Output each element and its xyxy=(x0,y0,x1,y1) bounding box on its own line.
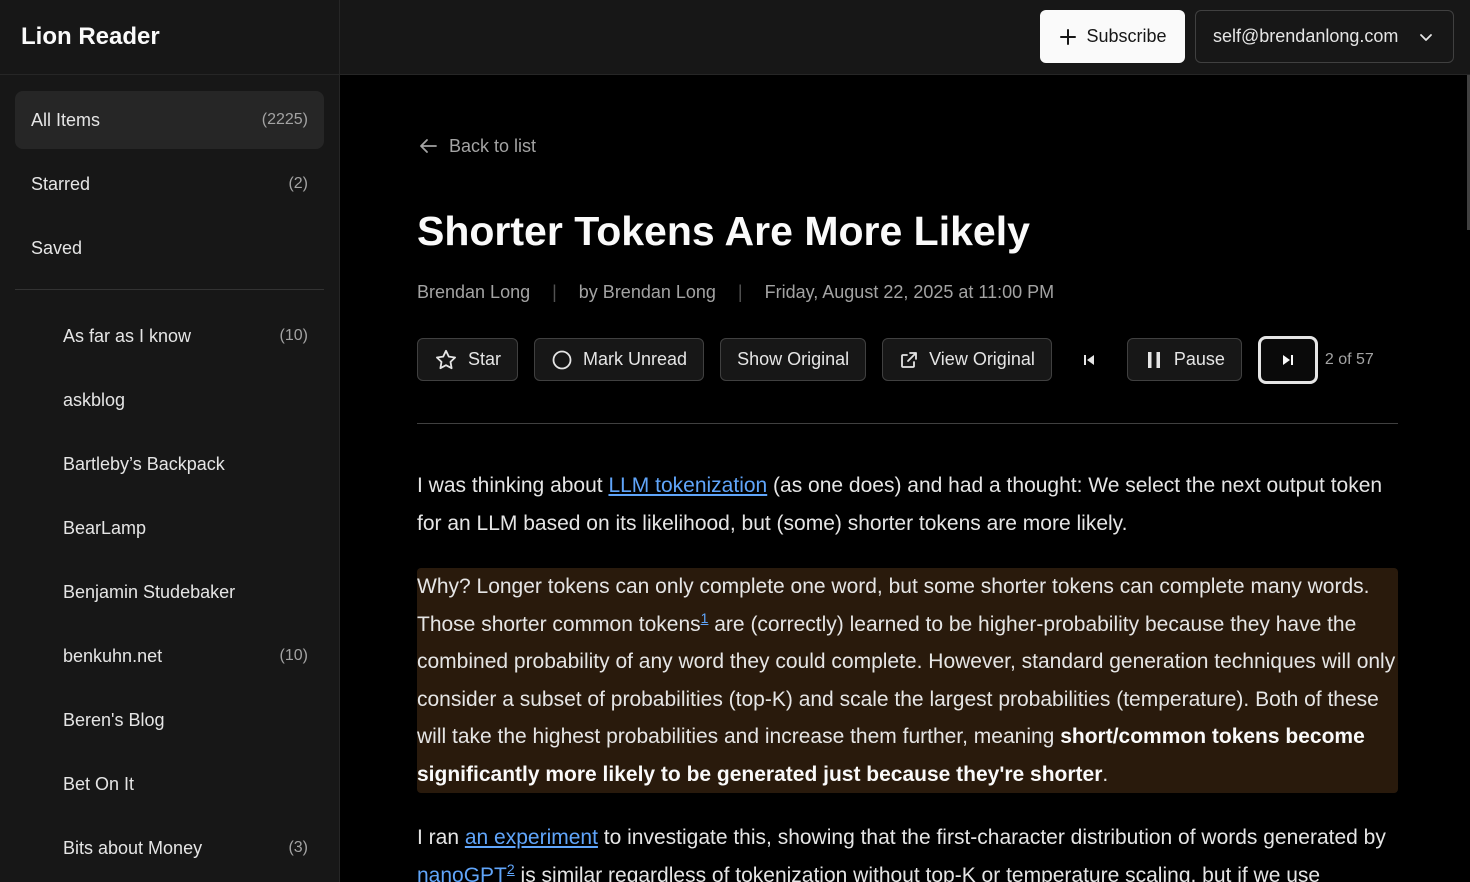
feed-item[interactable]: Bartleby’s Backpack xyxy=(15,432,324,496)
show-original-button[interactable]: Show Original xyxy=(720,338,867,381)
feed-label: Bartleby’s Backpack xyxy=(63,453,225,474)
text: is similar regardless of tokenization wi… xyxy=(514,863,1321,882)
feed-label: benkuhn.net xyxy=(63,645,163,666)
footnote-link[interactable]: 2 xyxy=(507,861,515,877)
highlighted-paragraph: Why? Longer tokens can only complete one… xyxy=(417,568,1398,793)
view-original-button[interactable]: View Original xyxy=(882,338,1052,381)
feed-item[interactable]: benkuhn.net (10) xyxy=(15,624,324,688)
feed-label: BearLamp xyxy=(63,517,147,538)
unread-count: (10) xyxy=(279,327,308,344)
content-divider xyxy=(417,423,1398,424)
feed-item[interactable]: Beren's Blog xyxy=(15,688,324,752)
feed-label: As far as I know xyxy=(63,325,192,346)
pause-label: Pause xyxy=(1173,349,1225,369)
article-toolbar: Star Mark Unread Show Original View Orig… xyxy=(417,335,1398,384)
llm-tokenization-link[interactable]: LLM tokenization xyxy=(608,474,767,497)
external-link-icon xyxy=(901,351,918,368)
view-original-label: View Original xyxy=(929,349,1035,369)
show-original-label: Show Original xyxy=(737,349,850,369)
subscribe-label: Subscribe xyxy=(1086,26,1167,46)
article-title: Shorter Tokens Are More Likely xyxy=(417,208,1030,254)
pause-icon xyxy=(1147,351,1160,368)
app-root: Lion Reader All Items (2225) Starred (2)… xyxy=(0,0,1470,882)
unread-count: (3) xyxy=(288,839,308,856)
sidebar-item-label: All Items xyxy=(31,109,101,130)
mark-unread-label: Mark Unread xyxy=(583,349,688,369)
skip-back-icon xyxy=(1084,354,1095,365)
circle-icon xyxy=(552,350,572,369)
arrow-left-icon xyxy=(420,139,437,153)
back-label: Back to list xyxy=(449,135,537,156)
sidebar-item-label: Saved xyxy=(31,237,83,258)
text: I ran xyxy=(417,826,465,849)
plus-icon xyxy=(1060,28,1077,45)
meta-separator: | xyxy=(737,282,743,302)
meta-separator: | xyxy=(552,282,557,302)
feed-item[interactable]: As far as I know (10) xyxy=(15,304,324,368)
unread-count: (2225) xyxy=(261,111,308,128)
sidebar: Lion Reader All Items (2225) Starred (2)… xyxy=(0,0,340,882)
article-meta: Brendan Long | by Brendan Long | Friday,… xyxy=(417,282,1054,303)
publish-date: Friday, August 22, 2025 at 11:00 PM xyxy=(764,282,1055,302)
article-position: 2 of 57 xyxy=(1324,350,1374,368)
feed-item[interactable]: Bits about Money (3) xyxy=(15,816,324,880)
star-icon xyxy=(436,349,456,369)
feed-label: Benjamin Studebaker xyxy=(63,581,236,602)
star-label: Star xyxy=(468,349,502,369)
experiment-link[interactable]: an experiment xyxy=(465,826,598,849)
mark-unread-button[interactable]: Mark Unread xyxy=(534,338,705,381)
text: to investigate this, showing that the fi… xyxy=(597,826,1386,849)
sidebar-item-starred[interactable]: Starred (2) xyxy=(15,155,324,213)
feed-item[interactable]: askblog xyxy=(15,368,324,432)
sidebar-item-saved[interactable]: Saved xyxy=(15,219,324,277)
back-to-list-link[interactable]: Back to list xyxy=(417,135,536,157)
sidebar-item-all-items[interactable]: All Items (2225) xyxy=(15,91,324,149)
author-name: by Brendan Long xyxy=(578,282,716,302)
feed-label: Beren's Blog xyxy=(63,709,165,730)
unread-count: (10) xyxy=(279,647,308,664)
feed-label: Bet On It xyxy=(63,773,135,794)
app-logo[interactable]: Lion Reader xyxy=(0,0,339,75)
paragraph: I ran an experiment to investigate this,… xyxy=(417,819,1398,882)
chevron-down-icon xyxy=(1420,33,1432,41)
unread-count: (2) xyxy=(288,175,308,192)
user-email: self@brendanlong.com xyxy=(1213,26,1399,46)
feed-label: Bits about Money xyxy=(63,837,203,858)
feed-item[interactable]: Bet On It xyxy=(15,752,324,816)
previous-button[interactable] xyxy=(1068,338,1111,381)
nanogpt-link[interactable]: nanoGPT xyxy=(417,864,507,882)
subscribe-button[interactable]: Subscribe xyxy=(1040,10,1185,63)
sidebar-nav: All Items (2225) Starred (2) Saved As fa… xyxy=(0,75,339,880)
feed-item[interactable]: BearLamp xyxy=(15,496,324,560)
article-body: I was thinking about LLM tokenization (a… xyxy=(417,467,1398,882)
top-header: Subscribe self@brendanlong.com xyxy=(340,0,1470,75)
text: I was thinking about xyxy=(417,474,609,497)
pause-button[interactable]: Pause xyxy=(1126,338,1242,381)
text: . xyxy=(1102,762,1109,786)
sidebar-divider xyxy=(15,289,324,290)
user-menu-button[interactable]: self@brendanlong.com xyxy=(1195,10,1454,63)
feed-name[interactable]: Brendan Long xyxy=(417,282,530,303)
skip-forward-icon xyxy=(1282,354,1293,365)
feed-label: askblog xyxy=(63,389,126,410)
star-button[interactable]: Star xyxy=(417,338,519,381)
sidebar-item-label: Starred xyxy=(31,173,91,194)
paragraph: I was thinking about LLM tokenization (a… xyxy=(417,467,1398,542)
feed-item[interactable]: Benjamin Studebaker xyxy=(15,560,324,624)
next-button[interactable] xyxy=(1257,335,1318,384)
